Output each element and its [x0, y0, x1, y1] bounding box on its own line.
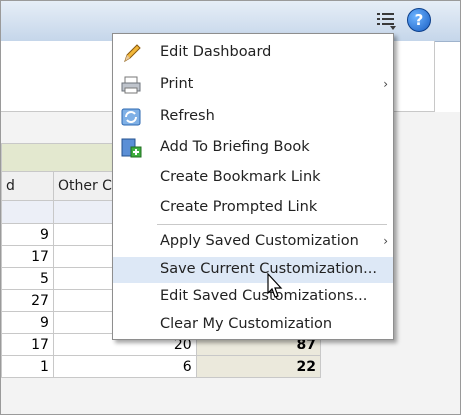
menu-item-edit-dashboard[interactable]: Edit Dashboard [113, 40, 393, 66]
refresh-icon [121, 108, 141, 126]
subheader-cell [1, 200, 54, 224]
menu-item-create-prompted-link[interactable]: Create Prompted Link [113, 195, 393, 221]
table-row: 1 6 22 [1, 355, 322, 378]
menu-item-label: Edit Saved Customizations... [160, 288, 368, 304]
table-cell: 17 [1, 245, 54, 268]
menu-item-label: Add To Briefing Book [160, 139, 310, 155]
menu-item-refresh[interactable]: Refresh [113, 104, 393, 130]
menu-separator [157, 224, 387, 225]
menu-item-label: Clear My Customization [160, 316, 333, 332]
table-cell: 9 [1, 311, 54, 334]
printer-icon [121, 76, 141, 94]
table-cell: 17 [1, 333, 54, 356]
menu-item-print[interactable]: Print › [113, 72, 393, 98]
table-cell: 6 [52, 355, 197, 378]
submenu-arrow-icon: › [383, 234, 388, 248]
menu-item-label: Refresh [160, 108, 215, 124]
help-icon[interactable]: ? [407, 8, 431, 32]
menu-item-label: Edit Dashboard [160, 44, 272, 60]
menu-item-clear-my-customization[interactable]: Clear My Customization [113, 312, 393, 338]
menu-item-apply-saved-customization[interactable]: Apply Saved Customization › [113, 229, 393, 255]
menu-item-create-bookmark-link[interactable]: Create Bookmark Link [113, 165, 393, 191]
menu-item-label: Print [160, 76, 194, 92]
table-cell: 22 [195, 355, 322, 378]
page-options-menu: Edit Dashboard Print › Refresh Add To Br… [112, 33, 394, 340]
mouse-cursor-icon [267, 273, 283, 298]
menu-item-save-current-customization[interactable]: Save Current Customization... [113, 257, 393, 283]
menu-item-add-to-briefing-book[interactable]: Add To Briefing Book [113, 135, 393, 161]
menu-item-label: Create Prompted Link [160, 199, 318, 215]
table-cell: 5 [1, 267, 54, 290]
table-cell: 27 [1, 289, 54, 312]
menu-item-label: Create Bookmark Link [160, 169, 321, 185]
briefing-book-add-icon [121, 138, 142, 158]
pencil-icon [124, 44, 141, 63]
menu-item-label: Apply Saved Customization [160, 233, 359, 249]
dashboard-window: ? d Other C 9 17 5 27 92332 172087 1622 … [0, 0, 461, 415]
page-options-icon[interactable] [376, 11, 398, 31]
menu-item-edit-saved-customizations[interactable]: Edit Saved Customizations... [113, 284, 393, 310]
submenu-arrow-icon: › [383, 77, 388, 91]
column-header[interactable]: d [1, 171, 54, 201]
table-cell: 1 [1, 355, 54, 378]
table-cell: 9 [1, 223, 54, 246]
